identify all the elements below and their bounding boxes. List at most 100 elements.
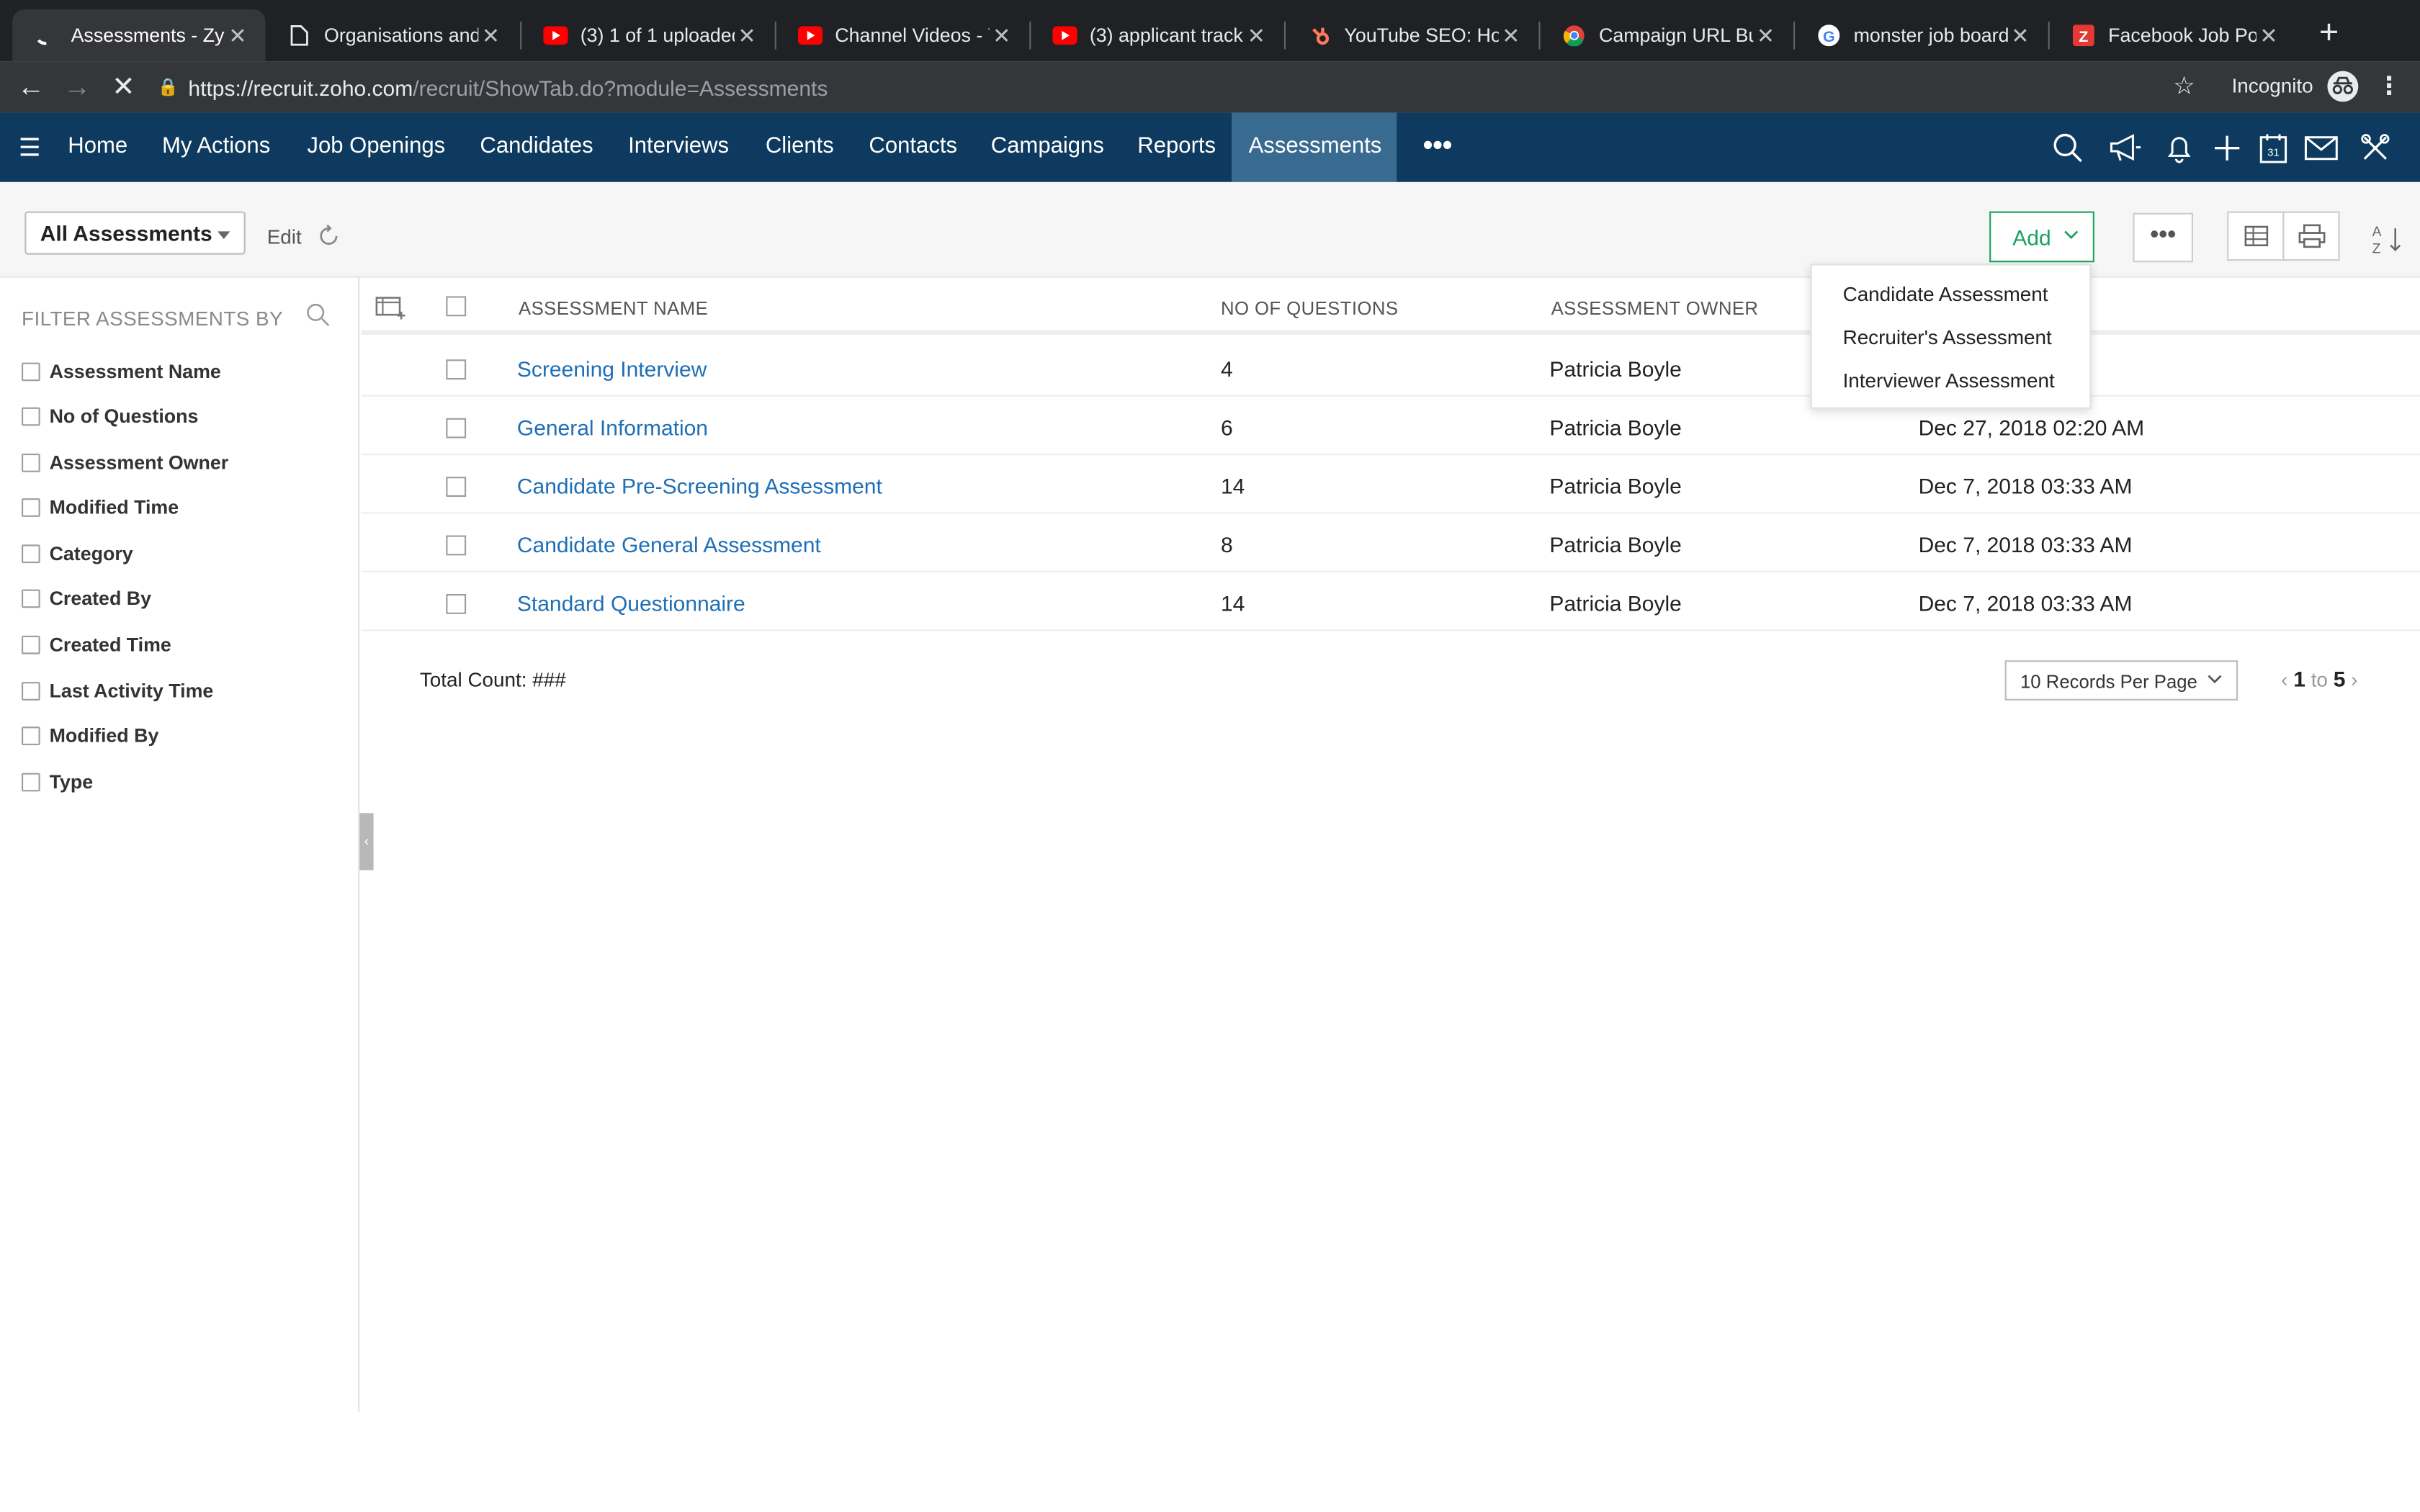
browser-tab[interactable]: Z Facebook Job Posti ✕ [2050,9,2297,62]
hamburger-menu-icon[interactable]: ☰ [19,132,41,163]
close-icon[interactable]: ✕ [2008,22,2033,48]
row-checkbox[interactable] [446,418,467,438]
view-selector[interactable]: All Assessments [24,211,246,255]
select-all-checkbox[interactable] [446,296,467,317]
nav-campaigns[interactable]: Campaigns [974,112,1121,181]
close-icon[interactable]: ✕ [1244,22,1268,48]
browser-tab-assessments[interactable]: Assessments - Zylk ✕ [12,9,266,62]
checkbox[interactable] [22,635,40,654]
back-icon[interactable]: ← [15,71,46,102]
filter-modified-time[interactable]: Modified Time [22,495,179,520]
column-header-assessment-owner[interactable]: ASSESSMENT OWNER [1551,298,1759,320]
more-actions-button[interactable]: ••• [2133,212,2193,263]
refresh-icon[interactable] [316,224,341,248]
stop-loading-icon[interactable]: ✕ [108,71,139,102]
browser-tab[interactable]: Campaign URL Buil ✕ [1541,9,1793,62]
checkbox[interactable] [22,682,40,701]
filter-assessment-owner[interactable]: Assessment Owner [22,451,228,475]
browser-tab[interactable]: (3) 1 of 1 uploaded ✕ [521,9,774,62]
nav-reports[interactable]: Reports [1121,112,1233,181]
table-row[interactable]: Standard Questionnaire 14 Patricia Boyle… [361,572,2420,631]
nav-candidates[interactable]: Candidates [463,112,610,181]
menu-item-interviewer-assessment[interactable]: Interviewer Assessment [1843,369,2055,392]
browser-tab[interactable]: G monster job board ✕ [1795,9,2048,62]
nav-interviews[interactable]: Interviews [611,112,746,181]
table-row[interactable]: General Information 6 Patricia Boyle Dec… [361,397,2420,456]
nav-job-openings[interactable]: Job Openings [290,112,462,181]
assessment-name-link[interactable]: Screening Interview [517,356,707,381]
column-settings-icon[interactable] [375,294,406,320]
menu-item-candidate-assessment[interactable]: Candidate Assessment [1843,282,2048,305]
menu-item-recruiters-assessment[interactable]: Recruiter's Assessment [1843,325,2052,348]
row-checkbox[interactable] [446,535,467,556]
bookmark-star-icon[interactable]: ☆ [2173,71,2195,102]
close-icon[interactable]: ✕ [990,22,1014,48]
calendar-icon[interactable]: 31 [2257,131,2290,165]
checkbox[interactable] [22,589,40,608]
close-icon[interactable]: ✕ [735,22,759,48]
assessment-name-link[interactable]: Candidate General Assessment [517,532,821,557]
nav-clients[interactable]: Clients [748,112,851,181]
row-checkbox[interactable] [446,594,467,614]
table-view-icon[interactable] [2227,211,2285,261]
checkbox[interactable] [22,498,40,517]
sort-az-icon[interactable]: AZ [2370,222,2404,256]
close-icon[interactable]: ✕ [478,22,503,48]
print-icon[interactable] [2282,211,2340,261]
checkbox[interactable] [22,454,40,472]
browser-tab[interactable]: Channel Videos - Yo ✕ [776,9,1029,62]
filter-modified-by[interactable]: Modified By [22,724,158,748]
mail-icon[interactable] [2304,131,2338,165]
url-field[interactable]: 🔒 https://recruit.zoho.com/recruit/ShowT… [158,68,2210,107]
checkbox[interactable] [22,362,40,382]
filter-assessment-name[interactable]: Assessment Name [22,359,221,384]
filter-type[interactable]: Type [22,770,93,794]
megaphone-icon[interactable] [2108,131,2142,165]
column-header-assessment-name[interactable]: ASSESSMENT NAME [519,298,708,320]
table-row[interactable]: Candidate Pre-Screening Assessment 14 Pa… [361,455,2420,514]
nav-assessments[interactable]: Assessments [1232,112,1397,182]
forward-icon[interactable]: → [62,71,93,102]
browser-tab[interactable]: YouTube SEO: How ✕ [1286,9,1538,62]
incognito-icon[interactable] [2327,71,2359,102]
chevron-left-icon[interactable]: ‹ [2281,668,2287,691]
assessment-name-link[interactable]: Standard Questionnaire [517,591,745,616]
close-icon[interactable]: ✕ [2257,22,2281,48]
column-header-no-of-questions[interactable]: NO OF QUESTIONS [1221,298,1398,320]
assessment-name-link[interactable]: Candidate Pre-Screening Assessment [517,474,882,498]
filter-category[interactable]: Category [22,541,133,566]
filter-created-time[interactable]: Created Time [22,633,171,657]
bell-icon[interactable] [2162,131,2196,165]
nav-home[interactable]: Home [51,112,145,181]
checkbox[interactable] [22,726,40,745]
row-checkbox[interactable] [446,477,467,497]
filter-no-of-questions[interactable]: No of Questions [22,404,198,428]
table-row[interactable]: Screening Interview 4 Patricia Boyle [361,338,2420,397]
browser-tab[interactable]: (3) applicant trackir ✕ [1031,9,1283,62]
sidebar-collapse-handle[interactable]: ‹ [359,813,374,870]
filter-last-activity-time[interactable]: Last Activity Time [22,679,213,703]
assessment-name-link[interactable]: General Information [517,415,708,439]
nav-more-icon[interactable]: ••• [1423,112,1453,181]
checkbox[interactable] [22,407,40,426]
checkbox[interactable] [22,544,40,564]
close-icon[interactable]: ✕ [1753,22,1778,48]
browser-menu-icon[interactable]: ⋮ [2377,71,2401,102]
search-icon[interactable] [305,302,330,327]
edit-view-link[interactable]: Edit [267,225,302,248]
browser-tab[interactable]: Organisations and n ✕ [266,9,519,62]
nav-contacts[interactable]: Contacts [852,112,974,181]
add-icon[interactable] [2210,131,2244,165]
chevron-right-icon[interactable]: › [2351,668,2357,691]
row-checkbox[interactable] [446,359,467,380]
records-per-page-select[interactable]: 10 Records Per Page [2004,660,2238,701]
new-tab-icon[interactable]: + [2312,14,2346,49]
setup-tools-icon[interactable] [2358,131,2392,165]
add-button[interactable]: Add [1989,211,2094,263]
checkbox[interactable] [22,773,40,792]
nav-my-actions[interactable]: My Actions [145,112,287,181]
filter-created-by[interactable]: Created By [22,586,151,611]
close-icon[interactable]: ✕ [1499,22,1523,48]
search-icon[interactable] [2051,131,2085,165]
table-row[interactable]: Candidate General Assessment 8 Patricia … [361,514,2420,572]
